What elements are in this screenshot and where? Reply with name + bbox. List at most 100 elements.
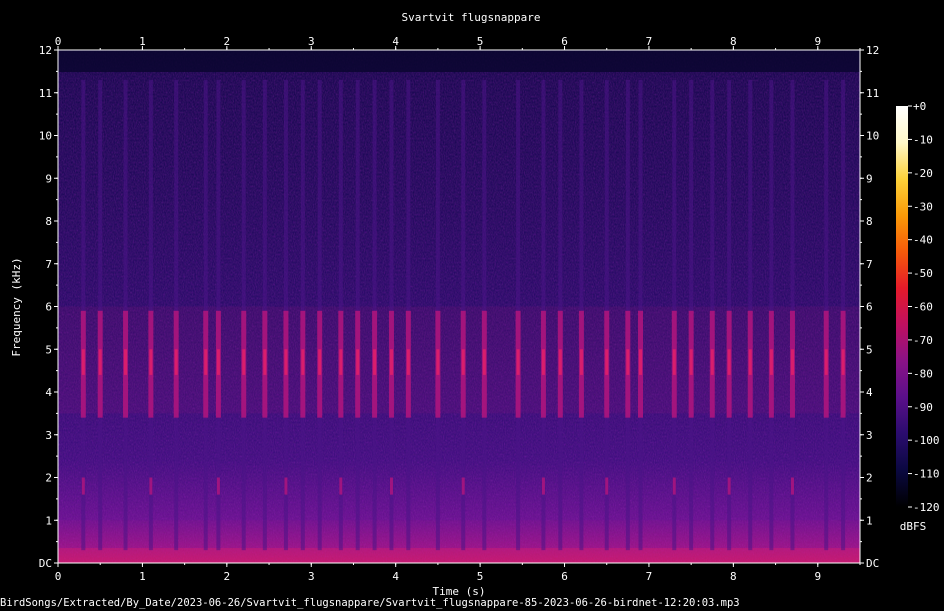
note-peak [672,349,676,375]
note-low-harmonic [605,477,609,495]
colorbar-unit: dBFS [900,520,927,533]
note-peak [373,349,377,375]
y-tick-label: 5 [866,343,873,356]
colorbar-tick-label: -60 [913,301,933,314]
y-tick-label: 8 [45,215,52,228]
note-peak [318,349,322,375]
y-tick-label: 9 [45,172,52,185]
note-peak [824,349,828,375]
x-tick-label: 4 [392,35,399,48]
y-axis-right: DC123456789101112 [860,44,879,570]
y-axis-label: Frequency (kHz) [10,257,23,356]
note-peak [579,349,583,375]
note-low-harmonic [727,477,731,495]
x-tick-label: 0 [55,570,62,583]
note-peak [124,349,128,375]
note-peak [339,349,343,375]
note-peak [541,349,545,375]
note-low-harmonic [81,477,85,495]
note-peak [710,349,714,375]
x-tick-label: 3 [308,35,315,48]
x-tick-label: 4 [392,570,399,583]
colorbar: +0 -10 -20 -30 -40 -50 -60 -70 -80 -90 -100 -110 -12… [896,100,940,533]
colorbar-ticks: +0 -10 -20 -30 -40 -50 -60 -70 -80 -90 -100 -110 -12… [908,100,940,514]
y-tick-label: 10 [866,130,879,143]
x-tick-label: 5 [477,35,484,48]
note-peak [841,349,845,375]
y-tick-label: DC [39,557,52,570]
y-tick-label: 10 [39,130,52,143]
note-peak [406,349,410,375]
x-tick-label: 7 [646,35,653,48]
note-peak [516,349,520,375]
x-tick-label: 9 [814,570,821,583]
colorbar-tick-label: -40 [913,234,933,247]
x-tick-label: 1 [139,570,146,583]
note-peak [149,349,153,375]
y-tick-label: 1 [866,514,873,527]
note-peak [689,349,693,375]
note-peak [81,349,85,375]
colorbar-tick-label: -50 [913,267,933,280]
x-axis-bottom: 0 1 2 3 4 5 6 7 8 9 [55,563,861,583]
y-tick-label: 6 [866,301,873,314]
y-tick-label: 4 [866,386,873,399]
y-tick-label: 11 [866,87,879,100]
x-axis-top: 0 1 2 3 4 5 6 7 8 9 [55,35,861,50]
y-tick-label: 7 [866,258,873,271]
x-tick-label: 5 [477,570,484,583]
note-peak [482,349,486,375]
y-tick-label: 1 [45,514,52,527]
colorbar-tick-label: -100 [913,434,940,447]
note-peak [263,349,267,375]
y-tick-label: 7 [45,258,52,271]
note-peak [389,349,393,375]
y-tick-label: 2 [45,472,52,485]
note-low-harmonic [389,477,393,495]
note-peak [605,349,609,375]
note-peak [436,349,440,375]
y-tick-label: DC [866,557,879,570]
colorbar-tick-label: -70 [913,334,933,347]
note-peak [356,349,360,375]
y-axis-left: DC123456789101112 [39,44,58,570]
note-peak [174,349,178,375]
note-low-harmonic [149,477,153,495]
x-tick-label: 1 [139,35,146,48]
spectrogram-chart: Svartvit flugsnappare 0123456789 0123456… [10,11,940,598]
y-tick-label: 8 [866,215,873,228]
note-low-harmonic [339,477,343,495]
y-tick-label: 6 [45,301,52,314]
y-tick-label: 12 [866,44,879,57]
file-path: BirdSongs/Extracted/By_Date/2023-06-26/S… [0,597,740,609]
colorbar-tick-label: -80 [913,367,933,380]
note-peak [639,349,643,375]
y-tick-label: 9 [866,172,873,185]
x-tick-label: 2 [224,570,231,583]
x-tick-label: 6 [561,35,568,48]
colorbar-tick-label: +0 [913,100,926,113]
y-tick-label: 3 [45,429,52,442]
note-peak [204,349,208,375]
x-tick-label: 8 [730,35,737,48]
colorbar-tick-label: -90 [913,401,933,414]
x-tick-label: 3 [308,570,315,583]
x-tick-label: 8 [730,570,737,583]
y-tick-label: 4 [45,386,52,399]
note-peak [727,349,731,375]
y-tick-label: 2 [866,472,873,485]
note-low-harmonic [216,477,220,495]
note-peak [98,349,102,375]
y-tick-label: 12 [39,44,52,57]
note-peak [790,349,794,375]
note-low-harmonic [790,477,794,495]
note-low-harmonic [672,477,676,495]
note-peak [626,349,630,375]
colorbar-gradient [896,106,908,507]
note-low-harmonic [284,477,288,495]
note-peak [284,349,288,375]
note-low-harmonic [461,477,465,495]
x-tick-label: 2 [224,35,231,48]
plot-area [57,49,861,564]
colorbar-tick-label: -30 [913,200,933,213]
